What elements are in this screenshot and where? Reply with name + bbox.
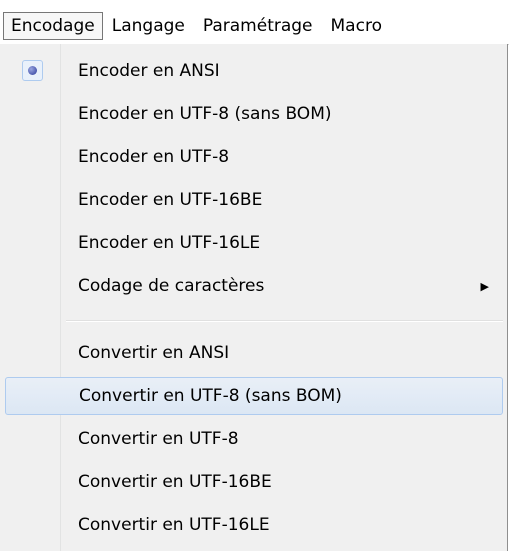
menu-item-convertir-utf16be[interactable]: Convertir en UTF-16BE	[5, 463, 503, 501]
menu-item-label: Encoder en UTF-8	[78, 147, 230, 167]
menu-item-label: Convertir en UTF-16BE	[78, 472, 272, 492]
menu-item-convertir-utf8[interactable]: Convertir en UTF-8	[5, 420, 503, 458]
menu-item-label: Encoder en UTF-16LE	[78, 233, 261, 253]
menu-item-label: Convertir en ANSI	[78, 343, 230, 363]
menu-item-convertir-utf16le[interactable]: Convertir en UTF-16LE	[5, 506, 503, 544]
menu-item-label: Convertir en UTF-8 (sans BOM)	[79, 386, 342, 406]
menu-macro[interactable]: Macro	[322, 12, 391, 40]
cropped-top-strip	[0, 0, 509, 6]
menu-item-encoder-ansi[interactable]: Encoder en ANSI	[5, 52, 503, 90]
menu-item-label: Encoder en UTF-8 (sans BOM)	[78, 104, 332, 124]
menu-item-encoder-utf8[interactable]: Encoder en UTF-8	[5, 138, 503, 176]
menu-item-convertir-ansi[interactable]: Convertir en ANSI	[5, 334, 503, 372]
menu-item-encoder-utf8-sans-bom[interactable]: Encoder en UTF-8 (sans BOM)	[5, 95, 503, 133]
menu-langage[interactable]: Langage	[103, 12, 194, 40]
encodage-dropdown-menu: Encoder en ANSI Encoder en UTF-8 (sans B…	[0, 44, 508, 551]
menu-item-label: Encoder en ANSI	[78, 61, 220, 81]
menu-separator	[66, 320, 503, 322]
menu-item-convertir-utf8-sans-bom[interactable]: Convertir en UTF-8 (sans BOM)	[5, 377, 503, 415]
menu-item-label: Convertir en UTF-8	[78, 429, 239, 449]
menu-item-encoder-utf16le[interactable]: Encoder en UTF-16LE	[5, 224, 503, 262]
submenu-arrow-icon: ▶	[480, 279, 489, 293]
menu-item-label: Encoder en UTF-16BE	[78, 190, 263, 210]
menu-encodage[interactable]: Encodage	[3, 11, 103, 40]
menu-bar: Encodage Langage Paramétrage Macro	[0, 7, 509, 45]
menu-item-encoder-utf16be[interactable]: Encoder en UTF-16BE	[5, 181, 503, 219]
radio-bullet-icon	[22, 60, 43, 81]
menu-item-label: Codage de caractères	[78, 276, 265, 296]
menu-item-codage-de-caracteres[interactable]: Codage de caractères ▶	[5, 267, 503, 305]
menu-item-label: Convertir en UTF-16LE	[78, 515, 270, 535]
menu-parametrage[interactable]: Paramétrage	[194, 12, 322, 40]
